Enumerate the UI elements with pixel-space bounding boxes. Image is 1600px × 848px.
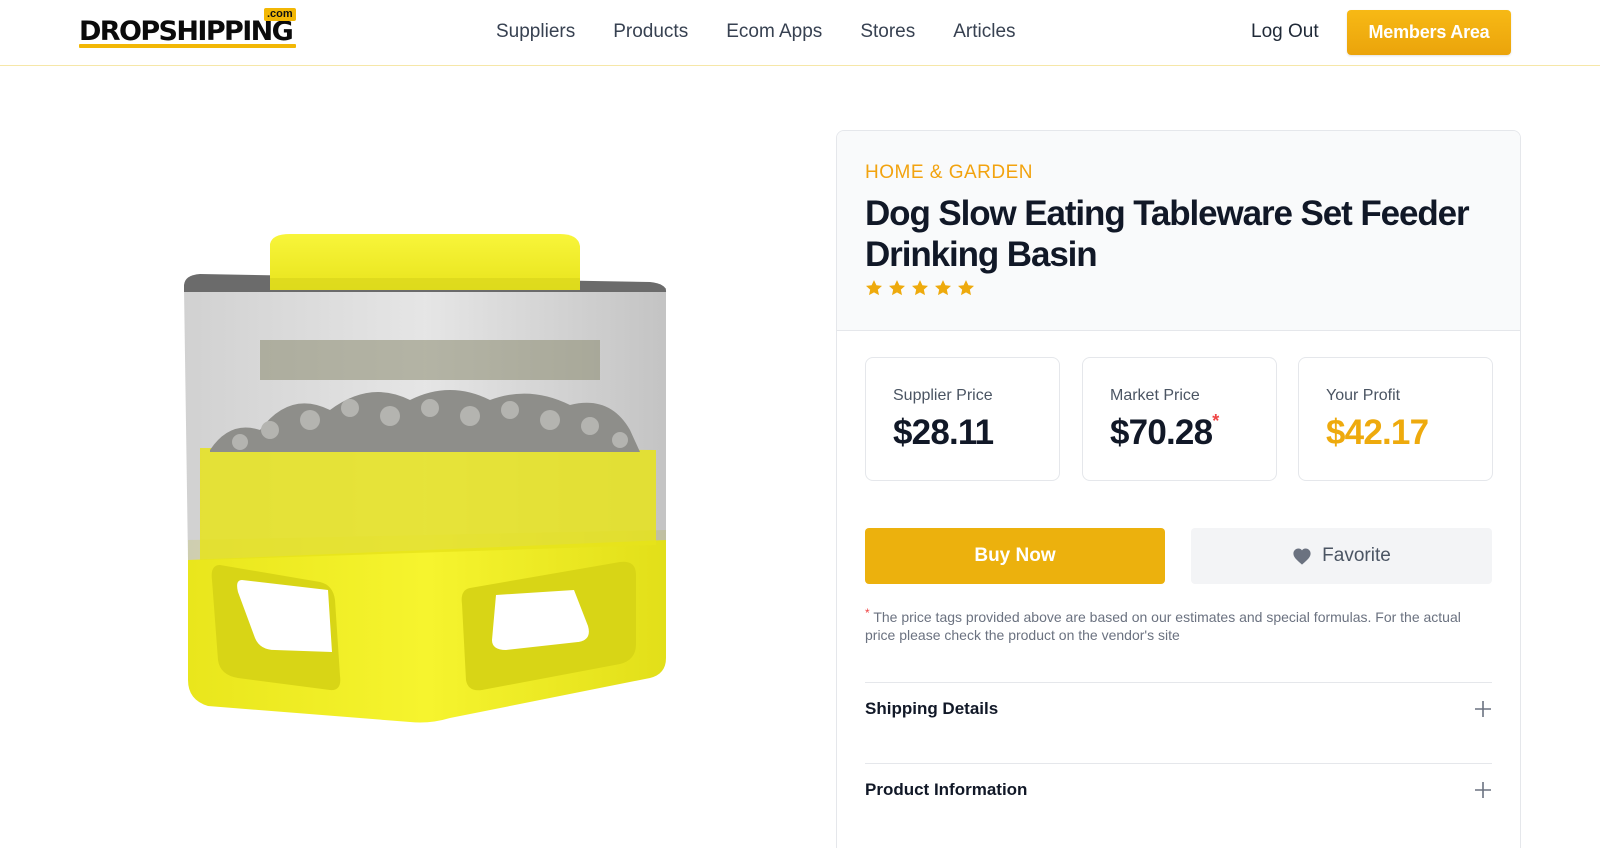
- product-title: Dog Slow Eating Tableware Set Feeder Dri…: [865, 194, 1470, 274]
- main-nav: Suppliers Products Ecom Apps Stores Arti…: [496, 20, 1054, 44]
- shipping-details-label: Shipping Details: [865, 699, 999, 718]
- disclaimer-asterisk: *: [865, 606, 870, 620]
- site-logo[interactable]: DROPSHIPPING .com: [79, 8, 297, 51]
- profit-value: $42.17: [1326, 413, 1429, 452]
- market-price-value: $70.28*: [1110, 411, 1219, 453]
- star-icon: [935, 280, 951, 296]
- nav-ecom-apps[interactable]: Ecom Apps: [726, 20, 822, 44]
- rating-stars: [864, 278, 976, 298]
- logo-badge: .com: [264, 8, 296, 21]
- product-information-accordion[interactable]: Product Information: [865, 778, 1492, 802]
- plus-icon[interactable]: [1474, 700, 1492, 718]
- market-price-amount: $70.28: [1110, 413, 1213, 452]
- product-card-header: HOME & GARDEN Dog Slow Eating Tableware …: [837, 131, 1520, 331]
- profit-label: Your Profit: [1326, 387, 1401, 404]
- supplier-price-value: $28.11: [893, 413, 994, 452]
- logout-link[interactable]: Log Out: [1251, 20, 1319, 44]
- supplier-price-box: Supplier Price $28.11: [865, 357, 1060, 481]
- logo-wordmark: DROPSHIPPING: [79, 16, 294, 47]
- divider: [865, 763, 1492, 764]
- site-header: DROPSHIPPING .com Suppliers Products Eco…: [0, 0, 1600, 66]
- heart-icon: [1293, 548, 1311, 565]
- buy-now-button[interactable]: Buy Now: [865, 528, 1165, 584]
- market-price-label: Market Price: [1110, 387, 1200, 404]
- nav-stores[interactable]: Stores: [860, 20, 915, 44]
- supplier-price-label: Supplier Price: [893, 387, 993, 404]
- disclaimer-text: The price tags provided above are based …: [865, 609, 1461, 643]
- nav-products[interactable]: Products: [613, 20, 688, 44]
- divider: [865, 682, 1492, 683]
- star-icon: [958, 280, 974, 296]
- nav-articles[interactable]: Articles: [953, 20, 1015, 44]
- favorite-label: Favorite: [1322, 545, 1391, 566]
- price-disclaimer: * The price tags provided above are base…: [865, 606, 1485, 644]
- star-icon: [889, 280, 905, 296]
- plus-icon[interactable]: [1474, 781, 1492, 799]
- product-category[interactable]: HOME & GARDEN: [865, 162, 1033, 184]
- nav-suppliers[interactable]: Suppliers: [496, 20, 575, 44]
- favorite-button[interactable]: Favorite: [1191, 528, 1492, 584]
- members-area-button[interactable]: Members Area: [1347, 10, 1511, 55]
- shipping-details-accordion[interactable]: Shipping Details: [865, 697, 1492, 721]
- profit-box: Your Profit $42.17: [1298, 357, 1493, 481]
- market-price-asterisk: *: [1212, 411, 1219, 431]
- product-information-label: Product Information: [865, 780, 1028, 799]
- product-card: HOME & GARDEN Dog Slow Eating Tableware …: [836, 130, 1521, 848]
- star-icon: [866, 280, 882, 296]
- star-icon: [912, 280, 928, 296]
- product-image: [184, 234, 667, 723]
- logo-underline: [79, 44, 296, 48]
- market-price-box: Market Price $70.28*: [1082, 357, 1277, 481]
